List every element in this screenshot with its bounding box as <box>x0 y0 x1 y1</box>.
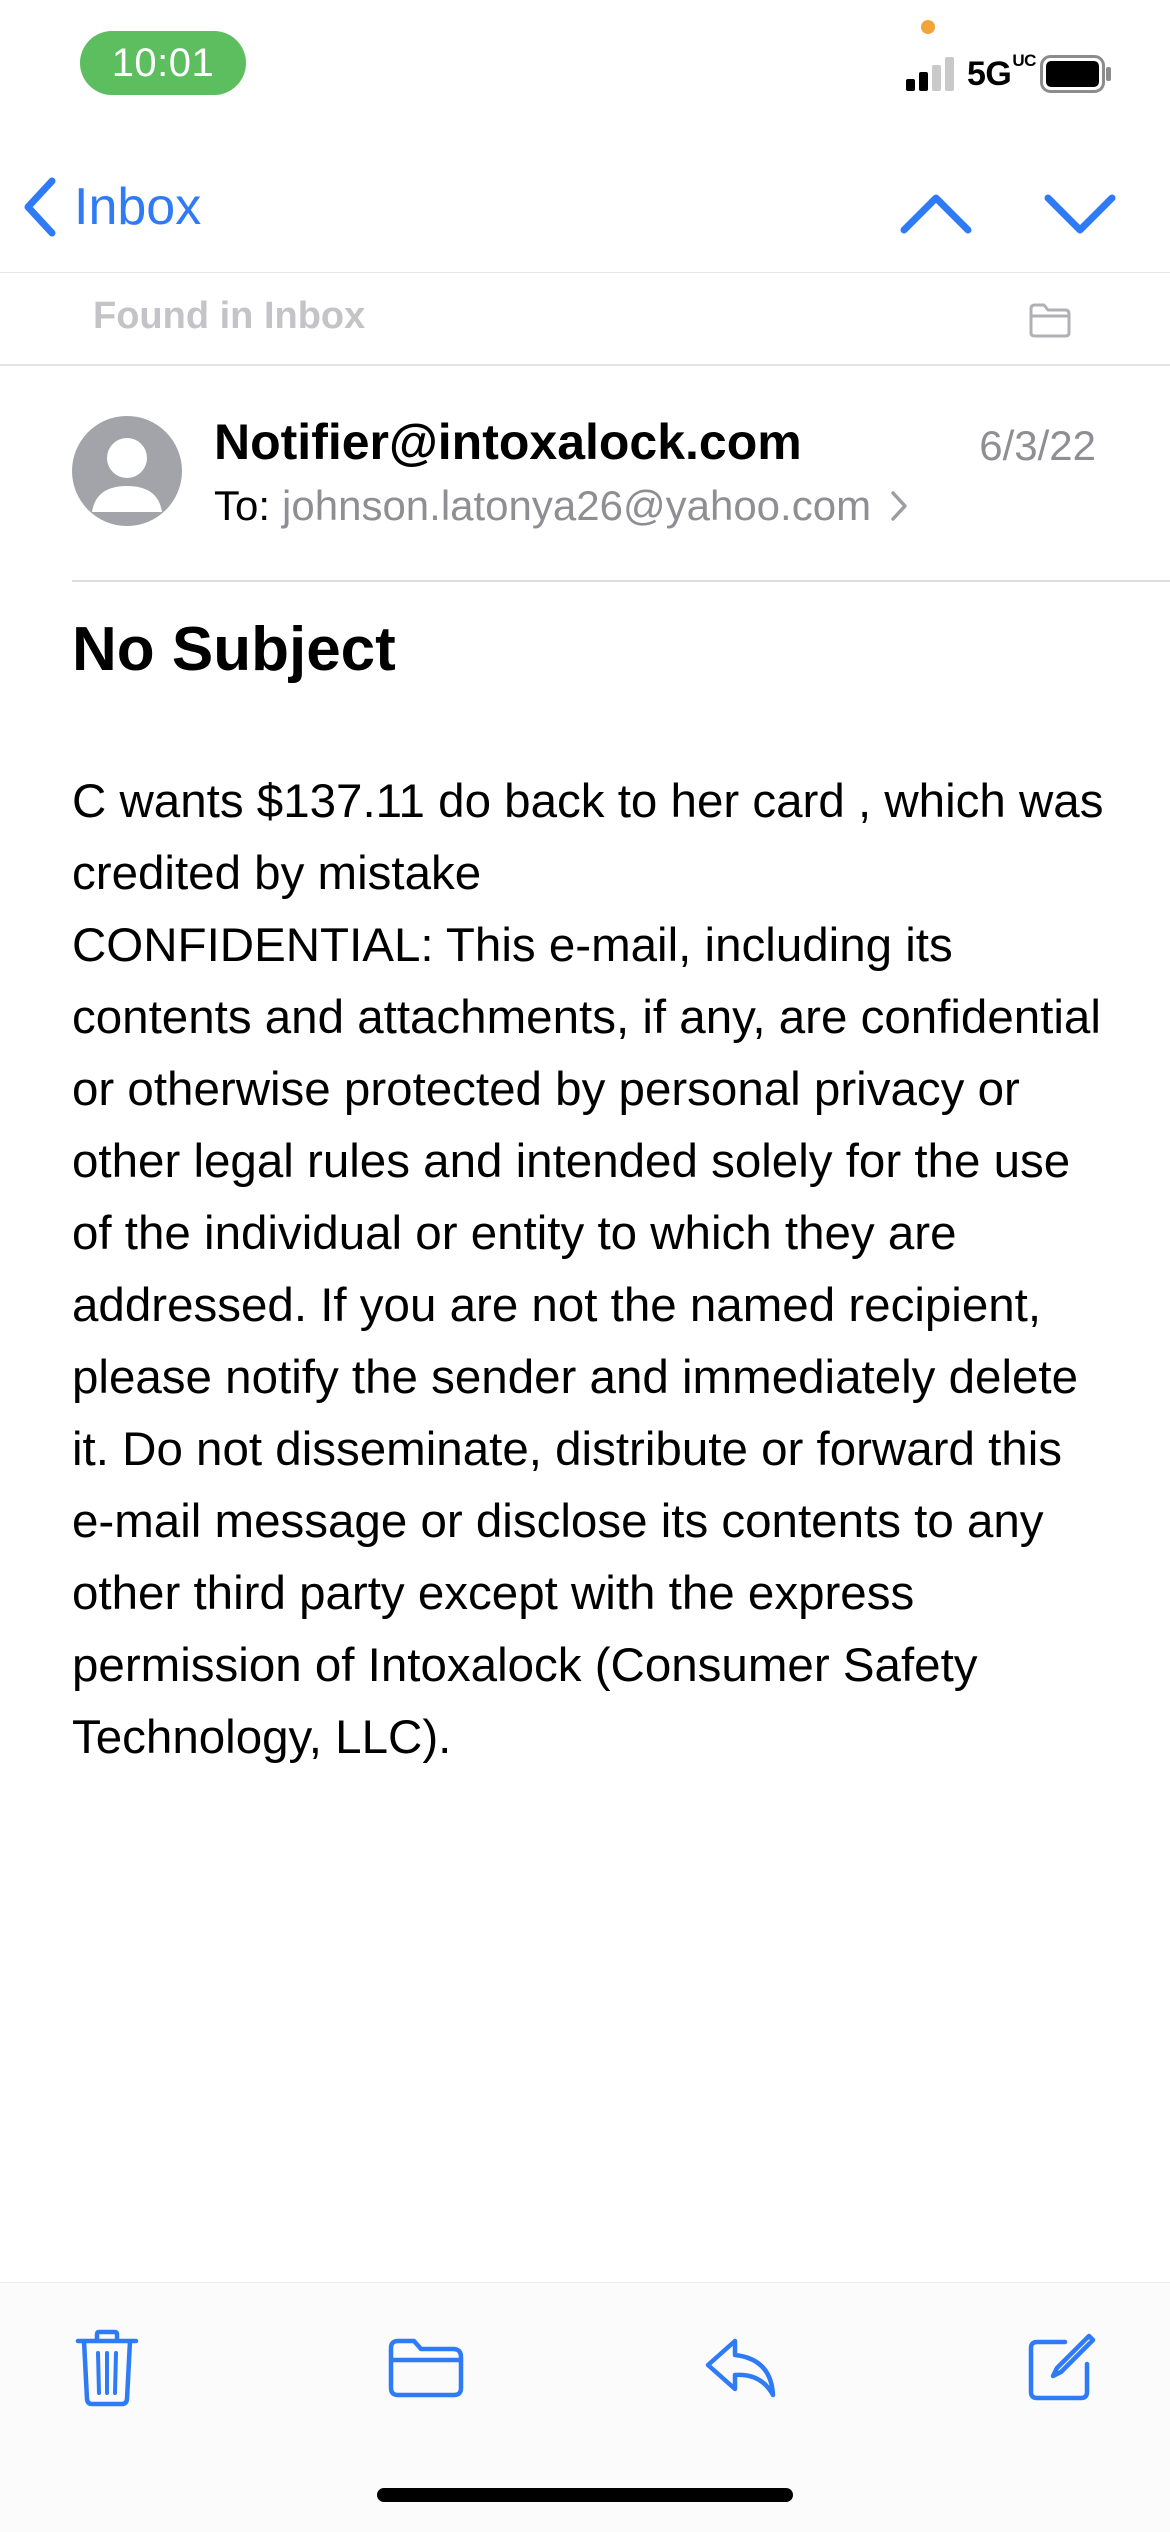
folder-icon <box>388 2338 464 2398</box>
status-bar: 10:01 5GUC <box>0 0 1170 130</box>
move-to-folder-button[interactable] <box>376 2323 476 2413</box>
message-body: C wants $137.11 do back to her card , wh… <box>72 775 1104 1764</box>
back-label: Inbox <box>74 178 202 236</box>
recipient-line[interactable]: To: johnson.latonya26@yahoo.com <box>214 476 909 536</box>
status-time: 10:01 <box>80 31 246 95</box>
to-label: To: <box>214 482 271 529</box>
message-subject: No Subject <box>72 615 396 684</box>
home-indicator[interactable] <box>377 2488 793 2502</box>
recipient-address: johnson.latonya26@yahoo.com <box>282 482 872 529</box>
person-icon <box>92 438 162 512</box>
sender-avatar[interactable] <box>72 416 182 526</box>
compose-icon <box>1028 2333 1096 2401</box>
mail-message-screen: 10:01 5GUC Inbox Found in Inbox Notifier… <box>0 0 1170 2532</box>
found-in-mailbox-bar: Found in Inbox <box>0 272 1170 366</box>
compose-button[interactable] <box>1016 2323 1106 2413</box>
back-to-inbox-button[interactable]: Inbox <box>22 172 201 242</box>
chevron-right-icon <box>891 491 907 521</box>
found-in-label: Found in Inbox <box>93 295 366 337</box>
battery-icon <box>1040 55 1112 93</box>
sender-address[interactable]: Notifier@intoxalock.com <box>214 412 802 472</box>
reply-icon <box>705 2338 776 2398</box>
delete-button[interactable] <box>62 2323 152 2413</box>
chevron-up-icon <box>900 194 972 234</box>
privacy-indicator-dot <box>921 20 935 34</box>
cellular-signal-icon <box>906 55 956 91</box>
chevron-left-icon <box>24 177 56 237</box>
chevron-down-icon <box>1044 194 1116 234</box>
reply-button[interactable] <box>696 2323 786 2413</box>
navigation-bar: Inbox <box>0 150 1170 272</box>
previous-message-button[interactable] <box>896 178 976 248</box>
network-suffix: UC <box>1012 51 1036 70</box>
header-divider <box>72 580 1170 582</box>
folder-icon[interactable] <box>1028 301 1072 339</box>
message-date: 6/3/22 <box>979 422 1096 469</box>
trash-icon <box>75 2329 139 2407</box>
next-message-button[interactable] <box>1040 178 1120 248</box>
network-type: 5GUC <box>967 51 1036 93</box>
